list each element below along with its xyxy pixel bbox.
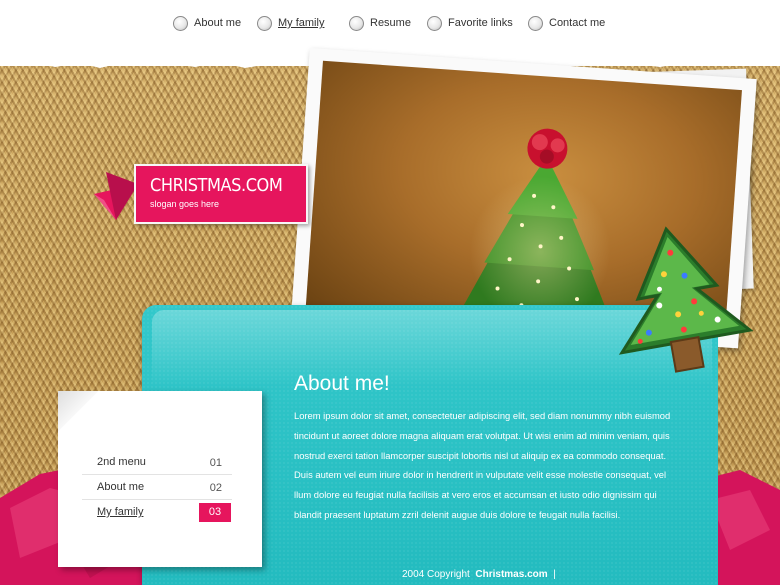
nav-label: Contact me [549, 17, 606, 29]
menu-item-about-me[interactable]: About me 02 [82, 475, 232, 500]
menu-item-my-family[interactable]: My family 03 [82, 500, 232, 525]
radio-button-icon [528, 15, 543, 31]
menu-item-label: My family [97, 506, 144, 518]
nav-label: Favorite links [448, 17, 513, 29]
content-body: Lorem ipsum dolor sit amet, consectetuer… [294, 410, 671, 520]
radio-button-icon [427, 15, 442, 31]
nav-label: My family [278, 17, 325, 29]
radio-button-icon [257, 15, 272, 31]
paper-fold [58, 391, 98, 431]
logo-title: CHRISTMAS.COM [150, 175, 283, 196]
nav-item-favorite-links[interactable]: Favorite links [427, 14, 513, 32]
nav-item-about-me[interactable]: About me [173, 14, 241, 32]
menu-item-number: 03 [199, 503, 231, 522]
menu-item-number: 01 [209, 457, 222, 469]
menu-item-2nd-menu[interactable]: 2nd menu 01 [82, 450, 232, 475]
radio-button-icon [173, 15, 188, 31]
site-logo[interactable]: CHRISTMAS.COM slogan goes here [134, 164, 308, 224]
nav-item-contact-me[interactable]: Contact me [528, 14, 605, 32]
nav-label: Resume [370, 17, 411, 29]
nav-label: About me [194, 17, 242, 29]
menu-item-label: About me [97, 481, 145, 493]
radio-button-icon [349, 15, 364, 31]
logo-slogan: slogan goes here [150, 199, 220, 209]
nav-item-my-family[interactable]: My family [257, 14, 324, 32]
cookie-tree-icon [618, 226, 754, 373]
footer-site-link[interactable]: Christmas.com [475, 569, 547, 580]
footer-copyright: 2004 Copyright [402, 569, 470, 580]
page-title: About me! [294, 372, 390, 395]
red-bow-icon [527, 128, 568, 169]
ribbon-icon [94, 172, 138, 220]
nav-item-resume[interactable]: Resume [349, 14, 411, 32]
menu-item-number: 02 [209, 482, 222, 494]
menu-item-label: 2nd menu [97, 456, 146, 468]
footer: 2004 Copyright Christmas.com | [402, 569, 556, 580]
footer-separator: | [553, 569, 556, 580]
